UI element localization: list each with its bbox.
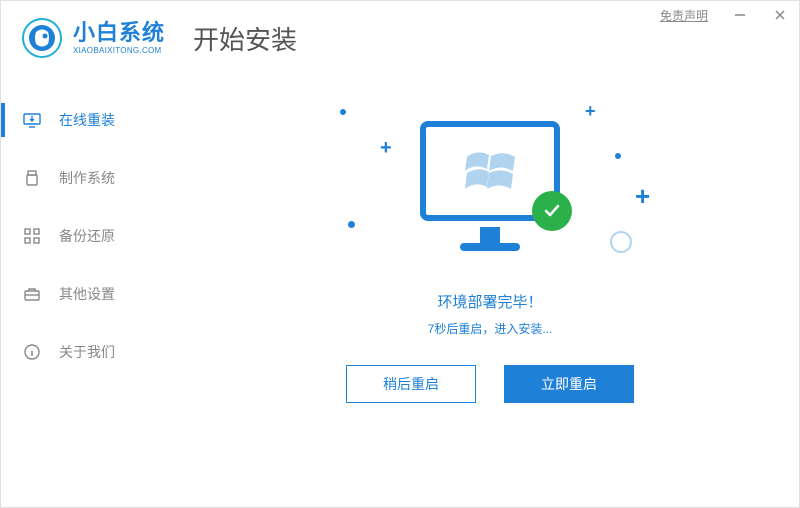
disclaimer-link[interactable]: 免责声明 xyxy=(660,7,708,24)
restart-now-button[interactable]: 立即重启 xyxy=(504,365,634,403)
decor-dot xyxy=(340,109,346,115)
restart-later-button[interactable]: 稍后重启 xyxy=(346,365,476,403)
grid-icon xyxy=(23,227,41,245)
sidebar-item-reinstall[interactable]: 在线重装 xyxy=(1,91,181,149)
sidebar-item-settings[interactable]: 其他设置 xyxy=(1,265,181,323)
brand-text: 小白系统 XIAOBAIXITONG.COM xyxy=(73,22,165,55)
brand-subtitle: XIAOBAIXITONG.COM xyxy=(73,46,165,55)
status-subtitle: 7秒后重启，进入安装... xyxy=(181,320,799,337)
sidebar: 在线重装 制作系统 备份还原 其他设置 关于我们 xyxy=(1,71,181,507)
usb-icon xyxy=(23,169,41,187)
app-logo xyxy=(21,17,63,59)
sidebar-item-label: 关于我们 xyxy=(59,342,115,362)
decor-ring xyxy=(610,231,632,253)
minimize-button[interactable] xyxy=(720,0,760,30)
toolbox-icon xyxy=(23,285,41,303)
sidebar-item-label: 备份还原 xyxy=(59,226,115,246)
windows-logo-icon xyxy=(465,149,515,193)
decor-plus-icon: + xyxy=(635,181,650,212)
sidebar-item-label: 在线重装 xyxy=(59,110,115,130)
decor-plus-icon: + xyxy=(585,101,596,122)
decor-dot xyxy=(615,153,621,159)
close-icon xyxy=(774,9,786,21)
sidebar-item-make-system[interactable]: 制作系统 xyxy=(1,149,181,207)
sidebar-item-backup[interactable]: 备份还原 xyxy=(1,207,181,265)
monitor-download-icon xyxy=(23,111,41,129)
decor-dot xyxy=(348,221,355,228)
decor-plus-icon: + xyxy=(380,137,392,160)
brand-name: 小白系统 xyxy=(73,22,165,44)
success-checkmark-icon xyxy=(532,191,572,231)
button-row: 稍后重启 立即重启 xyxy=(181,365,799,403)
sidebar-item-about[interactable]: 关于我们 xyxy=(1,323,181,381)
minimize-icon xyxy=(734,9,746,21)
status-title: 环境部署完毕！ xyxy=(181,291,799,312)
sidebar-item-label: 制作系统 xyxy=(59,168,115,188)
page-title: 开始安装 xyxy=(193,20,297,57)
sidebar-item-label: 其他设置 xyxy=(59,284,115,304)
close-button[interactable] xyxy=(760,0,800,30)
monitor-base xyxy=(460,243,520,251)
info-icon xyxy=(23,343,41,361)
main-content: + + + 环境部署完毕！ 7秒后重启，进入安装... xyxy=(181,71,799,507)
illustration: + + + xyxy=(320,101,660,281)
